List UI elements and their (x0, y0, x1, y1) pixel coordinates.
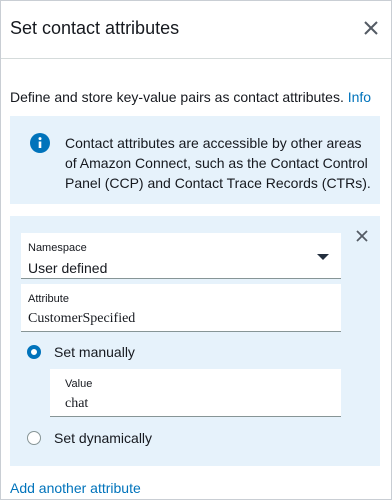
namespace-select[interactable]: Namespace User defined (21, 233, 341, 279)
caret-down-icon[interactable] (317, 254, 329, 260)
description-text: Define and store key-value pairs as cont… (10, 89, 344, 105)
panel-title: Set contact attributes (10, 18, 180, 38)
set-dynamically-radio[interactable] (27, 431, 41, 445)
set-manually-option[interactable]: Set manually (27, 344, 135, 360)
attribute-key-value: CustomerSpecified (28, 311, 136, 326)
attribute-key-label: Attribute (28, 293, 69, 305)
set-manually-radio[interactable] (27, 345, 41, 359)
add-another-attribute-link[interactable]: Add another attribute (10, 480, 141, 496)
info-alert: Contact attributes are accessible by oth… (10, 116, 380, 204)
value-field[interactable]: Value chat (50, 369, 341, 417)
set-dynamically-label: Set dynamically (54, 430, 153, 446)
set-manually-label: Set manually (54, 344, 135, 360)
value-text: chat (65, 396, 89, 411)
namespace-label: Namespace (28, 242, 87, 254)
info-link[interactable]: Info (348, 89, 371, 105)
attribute-key-field[interactable]: Attribute CustomerSpecified (21, 284, 341, 332)
attribute-card: Namespace User defined Attribute Custome… (10, 216, 380, 466)
value-label: Value (65, 378, 93, 390)
set-dynamically-option[interactable]: Set dynamically (27, 430, 152, 446)
set-contact-attributes-panel: Set contact attributes Define and store … (0, 0, 392, 500)
panel-description: Define and store key-value pairs as cont… (10, 89, 371, 105)
info-icon (30, 133, 50, 153)
panel-header: Set contact attributes (1, 1, 391, 59)
namespace-value: User defined (28, 260, 108, 276)
remove-attribute-icon[interactable] (355, 229, 369, 243)
info-alert-text: Contact attributes are accessible by oth… (65, 135, 371, 191)
close-icon[interactable] (361, 18, 381, 38)
